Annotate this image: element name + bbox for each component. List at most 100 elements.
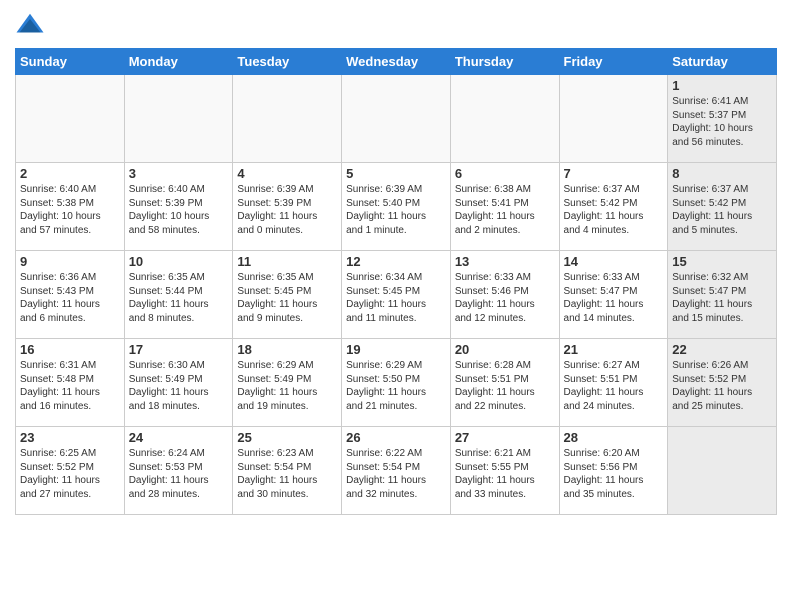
day-info: Sunrise: 6:37 AM Sunset: 5:42 PM Dayligh… [672,183,772,237]
day-info: Sunrise: 6:28 AM Sunset: 5:51 PM Dayligh… [455,359,555,413]
weekday-header-saturday: Saturday [668,49,777,75]
calendar-day: 2 Sunrise: 6:40 AM Sunset: 5:38 PM Daylig… [16,163,125,251]
day-info: Sunrise: 6:31 AM Sunset: 5:48 PM Dayligh… [20,359,120,413]
calendar-day: 7Sunrise: 6:37 AM Sunset: 5:42 PM Daylig… [559,163,668,251]
day-info: Sunrise: 6:36 AM Sunset: 5:43 PM Dayligh… [20,271,120,325]
day-info: Sunrise: 6:26 AM Sunset: 5:52 PM Dayligh… [672,359,772,413]
calendar-week-row: 2 Sunrise: 6:40 AM Sunset: 5:38 PM Daylig… [16,163,777,251]
day-number: 9 [20,254,120,269]
calendar-day: 23 Sunrise: 6:25 AM Sunset: 5:52 PM Dayli… [16,427,125,515]
calendar-day: 6 Sunrise: 6:38 AM Sunset: 5:41 PM Daylig… [450,163,559,251]
calendar-day: 12 Sunrise: 6:34 AM Sunset: 5:45 PM Dayli… [342,251,451,339]
day-info: Sunrise: 6:33 AM Sunset: 5:46 PM Dayligh… [455,271,555,325]
weekday-header-wednesday: Wednesday [342,49,451,75]
weekday-row: SundayMondayTuesdayWednesdayThursdayFrid… [16,49,777,75]
day-number: 23 [20,430,120,445]
day-info: Sunrise: 6:20 AM Sunset: 5:56 PM Dayligh… [564,447,664,501]
day-info: Sunrise: 6:39 AM Sunset: 5:39 PM Dayligh… [237,183,337,237]
day-info: Sunrise: 6:32 AM Sunset: 5:47 PM Dayligh… [672,271,772,325]
day-info: Sunrise: 6:34 AM Sunset: 5:45 PM Dayligh… [346,271,446,325]
day-number: 18 [237,342,337,357]
calendar-day: 11 Sunrise: 6:35 AM Sunset: 5:45 PM Dayli… [233,251,342,339]
calendar-week-row: 1 Sunrise: 6:41 AM Sunset: 5:37 PM Daylig… [16,75,777,163]
calendar-day: 17 Sunrise: 6:30 AM Sunset: 5:49 PM Dayli… [124,339,233,427]
calendar-day: 24 Sunrise: 6:24 AM Sunset: 5:53 PM Dayli… [124,427,233,515]
day-info: Sunrise: 6:30 AM Sunset: 5:49 PM Dayligh… [129,359,229,413]
calendar-day: 3Sunrise: 6:40 AM Sunset: 5:39 PM Daylig… [124,163,233,251]
calendar-day: 28Sunrise: 6:20 AM Sunset: 5:56 PM Dayli… [559,427,668,515]
day-number: 15 [672,254,772,269]
day-number: 16 [20,342,120,357]
day-info: Sunrise: 6:22 AM Sunset: 5:54 PM Dayligh… [346,447,446,501]
calendar-table: SundayMondayTuesdayWednesdayThursdayFrid… [15,48,777,515]
calendar-day: 22Sunrise: 6:26 AM Sunset: 5:52 PM Dayli… [668,339,777,427]
weekday-header-tuesday: Tuesday [233,49,342,75]
day-number: 11 [237,254,337,269]
day-number: 4 [237,166,337,181]
day-number: 14 [564,254,664,269]
day-number: 24 [129,430,229,445]
calendar-day: 13 Sunrise: 6:33 AM Sunset: 5:46 PM Dayli… [450,251,559,339]
day-number: 6 [455,166,555,181]
calendar-container: SundayMondayTuesdayWednesdayThursdayFrid… [0,0,792,525]
day-info: Sunrise: 6:41 AM Sunset: 5:37 PM Dayligh… [672,95,772,149]
day-number: 10 [129,254,229,269]
header [15,10,777,40]
day-number: 26 [346,430,446,445]
calendar-header: SundayMondayTuesdayWednesdayThursdayFrid… [16,49,777,75]
day-number: 25 [237,430,337,445]
day-number: 5 [346,166,446,181]
day-number: 12 [346,254,446,269]
logo [15,10,49,40]
calendar-day: 26 Sunrise: 6:22 AM Sunset: 5:54 PM Dayli… [342,427,451,515]
day-info: Sunrise: 6:37 AM Sunset: 5:42 PM Dayligh… [564,183,664,237]
day-number: 20 [455,342,555,357]
calendar-week-row: 23 Sunrise: 6:25 AM Sunset: 5:52 PM Dayli… [16,427,777,515]
calendar-day: 8 Sunrise: 6:37 AM Sunset: 5:42 PM Daylig… [668,163,777,251]
day-info: Sunrise: 6:24 AM Sunset: 5:53 PM Dayligh… [129,447,229,501]
calendar-day: 5 Sunrise: 6:39 AM Sunset: 5:40 PM Daylig… [342,163,451,251]
calendar-week-row: 16 Sunrise: 6:31 AM Sunset: 5:48 PM Dayli… [16,339,777,427]
calendar-day: 18 Sunrise: 6:29 AM Sunset: 5:49 PM Dayli… [233,339,342,427]
day-number: 21 [564,342,664,357]
calendar-day [559,75,668,163]
calendar-day: 25 Sunrise: 6:23 AM Sunset: 5:54 PM Dayli… [233,427,342,515]
day-number: 13 [455,254,555,269]
weekday-header-monday: Monday [124,49,233,75]
day-number: 2 [20,166,120,181]
calendar-day: 1 Sunrise: 6:41 AM Sunset: 5:37 PM Daylig… [668,75,777,163]
calendar-day [16,75,125,163]
day-info: Sunrise: 6:29 AM Sunset: 5:50 PM Dayligh… [346,359,446,413]
day-info: Sunrise: 6:21 AM Sunset: 5:55 PM Dayligh… [455,447,555,501]
day-number: 8 [672,166,772,181]
calendar-day [668,427,777,515]
day-number: 17 [129,342,229,357]
day-number: 19 [346,342,446,357]
calendar-day: 20 Sunrise: 6:28 AM Sunset: 5:51 PM Dayli… [450,339,559,427]
weekday-header-friday: Friday [559,49,668,75]
day-info: Sunrise: 6:40 AM Sunset: 5:38 PM Dayligh… [20,183,120,237]
day-info: Sunrise: 6:33 AM Sunset: 5:47 PM Dayligh… [564,271,664,325]
day-info: Sunrise: 6:25 AM Sunset: 5:52 PM Dayligh… [20,447,120,501]
calendar-day: 19 Sunrise: 6:29 AM Sunset: 5:50 PM Dayli… [342,339,451,427]
day-info: Sunrise: 6:35 AM Sunset: 5:44 PM Dayligh… [129,271,229,325]
day-info: Sunrise: 6:27 AM Sunset: 5:51 PM Dayligh… [564,359,664,413]
calendar-day: 14 Sunrise: 6:33 AM Sunset: 5:47 PM Dayli… [559,251,668,339]
calendar-day: 4 Sunrise: 6:39 AM Sunset: 5:39 PM Daylig… [233,163,342,251]
calendar-day: 9 Sunrise: 6:36 AM Sunset: 5:43 PM Daylig… [16,251,125,339]
calendar-day: 10 Sunrise: 6:35 AM Sunset: 5:44 PM Dayli… [124,251,233,339]
weekday-header-thursday: Thursday [450,49,559,75]
day-info: Sunrise: 6:35 AM Sunset: 5:45 PM Dayligh… [237,271,337,325]
calendar-body: 1 Sunrise: 6:41 AM Sunset: 5:37 PM Daylig… [16,75,777,515]
calendar-day [233,75,342,163]
day-info: Sunrise: 6:29 AM Sunset: 5:49 PM Dayligh… [237,359,337,413]
day-info: Sunrise: 6:39 AM Sunset: 5:40 PM Dayligh… [346,183,446,237]
calendar-day [450,75,559,163]
calendar-day [124,75,233,163]
day-info: Sunrise: 6:38 AM Sunset: 5:41 PM Dayligh… [455,183,555,237]
calendar-week-row: 9 Sunrise: 6:36 AM Sunset: 5:43 PM Daylig… [16,251,777,339]
day-info: Sunrise: 6:23 AM Sunset: 5:54 PM Dayligh… [237,447,337,501]
day-number: 1 [672,78,772,93]
weekday-header-sunday: Sunday [16,49,125,75]
logo-icon [15,10,45,40]
